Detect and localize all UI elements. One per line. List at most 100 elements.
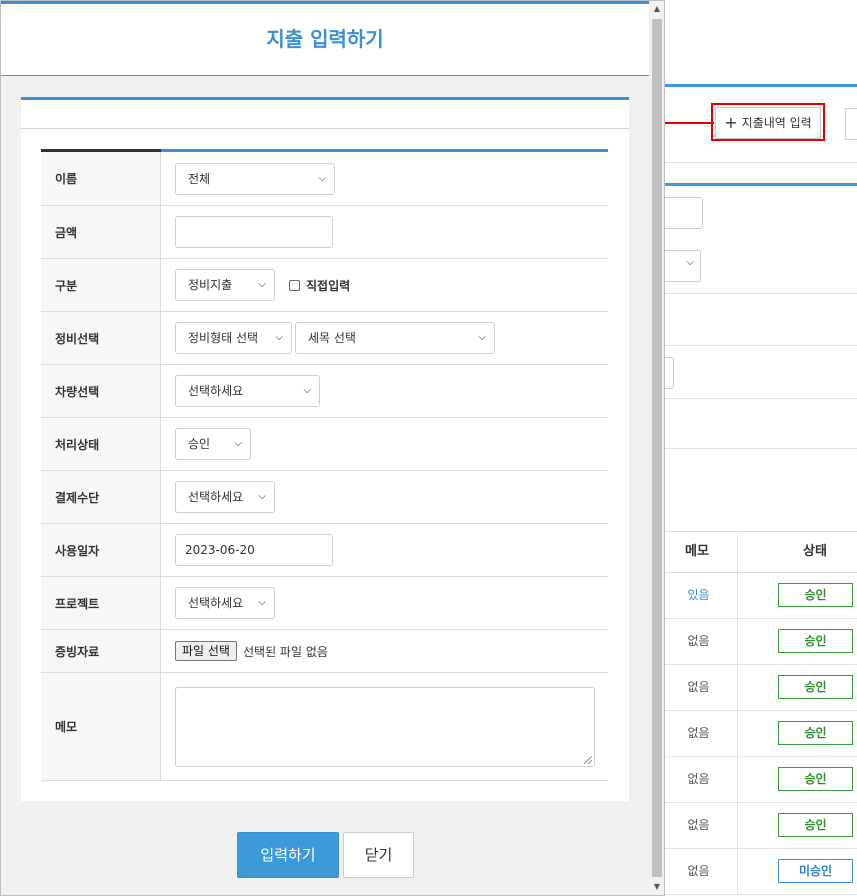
modal-header: 지출 입력하기 xyxy=(1,1,649,76)
table-row[interactable]: 없음 승인 xyxy=(664,665,857,711)
column-divider xyxy=(737,619,738,664)
project-select[interactable]: 선택하세요 ⌵ xyxy=(175,587,275,619)
toolbar-button-partial[interactable] xyxy=(845,108,857,140)
payment-value-cell: 선택하세요 ⌵ xyxy=(175,471,608,523)
divider xyxy=(664,398,857,399)
row-project: 프로젝트 선택하세요 ⌵ xyxy=(41,577,608,630)
name-select[interactable]: 전체 ⌵ xyxy=(175,162,335,195)
status-badge[interactable]: 승인 xyxy=(778,675,853,699)
card-divider xyxy=(21,128,629,129)
payment-label: 결제수단 xyxy=(41,471,161,523)
project-select-value: 선택하세요 xyxy=(188,596,244,610)
column-divider xyxy=(737,532,738,572)
status-badge[interactable]: 승인 xyxy=(778,629,853,653)
file-select-button[interactable]: 파일 선택 xyxy=(175,641,237,661)
column-header-status: 상태 xyxy=(803,544,827,559)
expense-table: 메모 상태 있음 승인 없음 승인 없음 승인 없음 승인 없음 승인 없음 승인 없음 미승… xyxy=(664,531,857,895)
maintenance-detail-select[interactable]: 세목 선택 ⌵ xyxy=(295,322,495,354)
submit-button[interactable]: 입력하기 xyxy=(237,832,339,878)
status-select-value: 승인 xyxy=(188,437,211,451)
category-select[interactable]: 정비지출 ⌵ xyxy=(175,269,275,301)
project-value-cell: 선택하세요 ⌵ xyxy=(175,577,608,629)
row-evidence: 증빙자료 파일 선택 선택된 파일 없음 xyxy=(41,630,608,673)
direct-input-checkbox[interactable] xyxy=(289,279,300,291)
direct-input-label[interactable]: 직접입력 xyxy=(306,277,350,294)
status-badge[interactable]: 승인 xyxy=(778,813,853,837)
chevron-down-icon: ⌵ xyxy=(686,257,694,268)
divider xyxy=(664,162,857,163)
divider xyxy=(664,345,857,346)
divider xyxy=(664,293,857,294)
memo-cell: 없음 xyxy=(687,772,710,786)
chevron-down-icon: ⌵ xyxy=(303,385,311,396)
memo-value-cell xyxy=(175,673,608,780)
section-rule xyxy=(664,183,857,186)
memo-cell[interactable]: 있음 xyxy=(664,573,733,617)
name-select-value: 전체 xyxy=(188,171,211,186)
date-input[interactable]: 2023-06-20 xyxy=(175,534,333,566)
scroll-up-icon[interactable]: ▲ xyxy=(649,1,664,17)
row-name: 이름 전체 ⌵ xyxy=(41,152,608,206)
vehicle-label: 차량선택 xyxy=(41,365,161,417)
date-value-cell: 2023-06-20 xyxy=(175,524,608,576)
maintenance-type-select[interactable]: 정비형태 선택 ⌵ xyxy=(175,322,292,354)
file-status-text: 선택된 파일 없음 xyxy=(242,644,328,659)
chevron-down-icon: ⌵ xyxy=(258,597,266,608)
maintenance-value-cell: 정비형태 선택 ⌵ 세목 선택 ⌵ xyxy=(175,312,608,364)
plus-icon: + xyxy=(724,113,738,132)
category-value-cell: 정비지출 ⌵ 직접입력 xyxy=(175,259,608,311)
scroll-down-icon[interactable]: ▼ xyxy=(649,879,664,895)
maintenance-label: 정비선택 xyxy=(41,312,161,364)
status-badge[interactable]: 승인 xyxy=(778,721,853,745)
table-row[interactable]: 없음 승인 xyxy=(664,619,857,665)
memo-textarea[interactable] xyxy=(175,686,595,767)
table-header: 메모 상태 xyxy=(664,531,857,573)
vehicle-select[interactable]: 선택하세요 ⌵ xyxy=(175,375,320,407)
column-divider xyxy=(737,711,738,756)
status-badge[interactable]: 미승인 xyxy=(778,859,853,883)
chevron-down-icon: ⌵ xyxy=(234,438,242,449)
memo-label: 메모 xyxy=(41,673,161,780)
row-date: 사용일자 2023-06-20 xyxy=(41,524,608,577)
scrollbar-thumb[interactable] xyxy=(652,19,662,877)
payment-select[interactable]: 선택하세요 ⌵ xyxy=(175,481,275,513)
filter-select-partial[interactable] xyxy=(664,357,674,389)
amount-value-cell xyxy=(175,206,608,258)
evidence-value-cell: 파일 선택 선택된 파일 없음 xyxy=(175,630,608,672)
memo-cell: 없음 xyxy=(687,864,710,878)
status-value-cell: 승인 ⌵ xyxy=(175,418,608,470)
status-badge[interactable]: 승인 xyxy=(778,583,853,607)
add-expense-label: 지출내역 입력 xyxy=(741,116,812,130)
close-button[interactable]: 닫기 xyxy=(343,832,414,878)
table-row[interactable]: 있음 승인 xyxy=(664,573,857,619)
form-card: 이름 전체 ⌵ 금액 구분 정비지출 ⌵ 직접입력 정비선택 정비형태 선택 ⌵… xyxy=(21,97,629,801)
memo-cell: 없음 xyxy=(687,726,710,740)
memo-cell: 없음 xyxy=(687,634,710,648)
add-expense-button[interactable]: + 지출내역 입력 xyxy=(715,107,821,139)
resize-grip-icon[interactable] xyxy=(584,755,592,764)
row-payment: 결제수단 선택하세요 ⌵ xyxy=(41,471,608,524)
memo-cell: 없음 xyxy=(687,680,710,694)
table-row[interactable]: 없음 미승인 xyxy=(664,849,857,895)
maintenance-type-value: 정비형태 선택 xyxy=(188,331,259,345)
vehicle-value-cell: 선택하세요 ⌵ xyxy=(175,365,608,417)
amount-input[interactable] xyxy=(175,216,333,248)
column-divider xyxy=(737,757,738,802)
card-accent-bar xyxy=(21,97,629,100)
filter-input-partial[interactable] xyxy=(664,197,703,229)
status-label: 처리상태 xyxy=(41,418,161,470)
row-status: 처리상태 승인 ⌵ xyxy=(41,418,608,471)
column-divider xyxy=(737,803,738,848)
payment-select-value: 선택하세요 xyxy=(188,490,244,504)
table-row[interactable]: 없음 승인 xyxy=(664,711,857,757)
vehicle-select-value: 선택하세요 xyxy=(188,384,244,398)
maintenance-detail-value: 세목 선택 xyxy=(308,331,356,345)
table-row[interactable]: 없음 승인 xyxy=(664,803,857,849)
filter-select-partial[interactable]: ⌵ xyxy=(664,250,701,282)
table-row[interactable]: 없음 승인 xyxy=(664,757,857,803)
status-badge[interactable]: 승인 xyxy=(778,767,853,791)
status-select[interactable]: 승인 ⌵ xyxy=(175,428,251,460)
name-label: 이름 xyxy=(41,152,161,205)
amount-label: 금액 xyxy=(41,206,161,258)
column-divider xyxy=(737,665,738,710)
